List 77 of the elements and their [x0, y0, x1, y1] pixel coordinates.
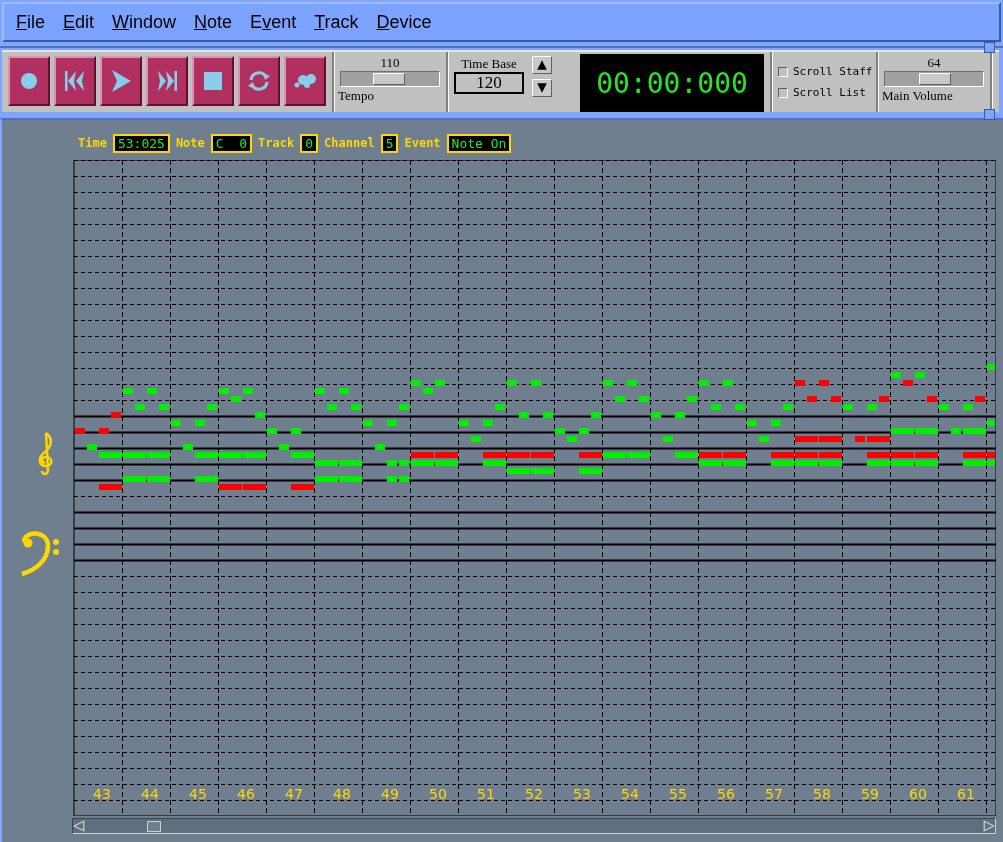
slider-thumb[interactable]	[919, 73, 952, 85]
status-label: Channel	[324, 136, 375, 150]
horizontal-scrollbar[interactable]	[72, 818, 996, 834]
play-icon	[109, 69, 133, 93]
time-base-field[interactable]: 120	[454, 72, 524, 94]
bar-number: 48	[333, 786, 351, 802]
bar-number: 46	[237, 786, 255, 802]
bar-number: 57	[765, 786, 783, 802]
stop-button[interactable]	[192, 56, 234, 106]
up-arrow-icon	[535, 59, 549, 71]
bar-number: 58	[813, 786, 831, 802]
status-label: Time	[78, 136, 107, 150]
status-value: Note On	[446, 133, 512, 153]
bar-number: 53	[573, 786, 591, 802]
tempo-value: 110	[380, 55, 400, 71]
checkbox-option[interactable]: Scroll List	[778, 86, 876, 99]
treble-clef-icon	[38, 431, 53, 476]
bar-number: 60	[909, 786, 927, 802]
menu-item[interactable]: Device	[376, 11, 432, 33]
status-label: Note	[175, 136, 205, 150]
stop-icon	[201, 69, 225, 93]
bar-number: 49	[381, 786, 399, 802]
menu-item[interactable]: Window	[112, 11, 177, 33]
menu-item[interactable]: Track	[314, 11, 359, 33]
down-arrow-icon	[535, 82, 549, 94]
checkbox[interactable]	[778, 87, 788, 98]
play-button[interactable]	[100, 56, 142, 106]
slider-thumb[interactable]	[373, 73, 406, 85]
sash-handle[interactable]	[984, 109, 995, 120]
status-label: Track	[258, 136, 295, 150]
menu-item[interactable]: Edit	[63, 11, 95, 33]
bar-number: 52	[525, 786, 543, 802]
bar-number: 45	[189, 786, 207, 802]
bar-number: 44	[141, 786, 159, 802]
rewind-icon	[63, 69, 87, 93]
checkbox-label: Scroll Staff	[793, 65, 873, 78]
bar-number: 51	[477, 786, 495, 802]
volume-slider[interactable]	[884, 71, 984, 87]
bar-number: 55	[669, 786, 687, 802]
loop-button[interactable]	[238, 56, 280, 106]
bar-number: 59	[861, 786, 879, 802]
checkbox-option[interactable]: Scroll Staff	[778, 65, 876, 78]
status-value: C 0	[210, 133, 253, 153]
bar-number: 50	[429, 786, 447, 802]
bar-number: 54	[621, 786, 639, 802]
volume-label: Main Volume	[882, 87, 953, 105]
bar-number: 47	[285, 786, 303, 802]
fast-forward-icon	[155, 69, 179, 93]
rewind-button[interactable]	[54, 56, 96, 106]
scroll-thumb[interactable]	[147, 821, 161, 832]
volume-value: 64	[927, 55, 941, 71]
decrement-button[interactable]	[532, 79, 552, 97]
menu-item[interactable]: Event	[250, 11, 297, 33]
forward-button[interactable]	[146, 56, 188, 106]
bar-number: 56	[717, 786, 735, 802]
status-value: 53:025	[112, 133, 170, 153]
left-arrow-icon[interactable]	[73, 820, 85, 832]
bubbles-button[interactable]	[284, 56, 326, 106]
menu-item[interactable]: File	[16, 11, 45, 33]
time-display: 00:00:000	[580, 54, 764, 112]
status-label: Event	[404, 136, 441, 150]
bass-clef-icon	[21, 531, 59, 577]
record-button[interactable]	[8, 56, 50, 106]
checkbox[interactable]	[778, 66, 788, 77]
status-value: 5	[380, 133, 399, 153]
status-value: 0	[300, 133, 319, 153]
increment-button[interactable]	[532, 56, 552, 74]
menu-item[interactable]: Note	[194, 11, 233, 33]
tempo-label: Tempo	[338, 87, 374, 105]
tempo-slider[interactable]	[340, 71, 440, 87]
sash-handle[interactable]	[984, 42, 995, 53]
right-arrow-icon[interactable]	[983, 820, 995, 832]
bar-number: 61	[957, 786, 975, 802]
checkbox-label: Scroll List	[793, 86, 866, 99]
loop-icon	[247, 69, 271, 93]
bar-number: 43	[93, 786, 111, 802]
time-base-label: Time Base	[461, 56, 517, 72]
